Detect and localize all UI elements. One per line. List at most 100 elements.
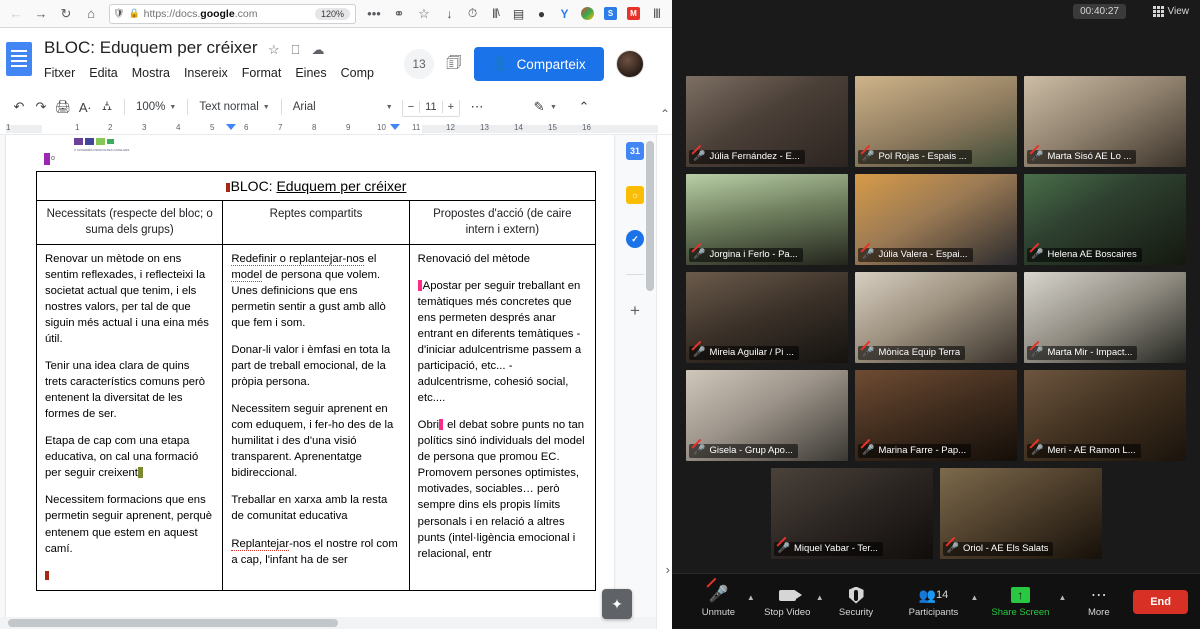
document-ruler[interactable]: 1 1 2 3 4 5 6 7 8 9 10 11 12 13 14 15 16 bbox=[0, 122, 672, 135]
scrollbar-thumb[interactable] bbox=[8, 619, 338, 627]
version-badge[interactable]: 13 bbox=[404, 49, 434, 79]
video-tile[interactable]: 🎤 Marta Mir - Impact... bbox=[1024, 272, 1186, 363]
expand-panel-icon[interactable]: › bbox=[666, 562, 670, 577]
security-button[interactable]: Security bbox=[822, 585, 891, 618]
share-button[interactable]: 👤 Comparteix bbox=[474, 47, 604, 81]
padlock-icon[interactable]: 🔒 bbox=[128, 9, 139, 18]
video-tile[interactable]: 🎤 Marina Farre - Pap... bbox=[855, 370, 1017, 461]
add-addon-icon[interactable]: + bbox=[630, 301, 640, 321]
comment-bubble-icon[interactable]: 🗊 bbox=[446, 50, 462, 79]
back-arrow-icon[interactable]: ← bbox=[4, 2, 28, 26]
table-title-cell[interactable]: BLOC: Eduquem per créixer bbox=[37, 172, 596, 201]
tracking-shield-icon[interactable]: 🛡 bbox=[113, 9, 124, 18]
home-icon[interactable]: ⌂ bbox=[79, 2, 103, 26]
menu-item-edita[interactable]: Edita bbox=[89, 66, 118, 80]
ruler-number: 7 bbox=[278, 123, 282, 132]
participants-button[interactable]: 👥 14 Participants ▲ bbox=[890, 585, 976, 618]
history-icon[interactable]: ⏱ bbox=[462, 3, 483, 24]
paint-format-icon[interactable]: ⛼ bbox=[96, 96, 118, 118]
cell-necessitats[interactable]: Renovar un mètode on ens sentim reflexad… bbox=[37, 245, 223, 591]
more-button[interactable]: ⋯ More bbox=[1064, 585, 1133, 618]
video-tile[interactable]: 🎤 Oriol - AE Els Salats bbox=[940, 468, 1102, 559]
page-actions-icon[interactable]: ••• bbox=[362, 2, 386, 26]
video-tile[interactable]: 🎤 Mònica Equip Terra bbox=[855, 272, 1017, 363]
stop-video-button[interactable]: Stop Video ▲ bbox=[753, 585, 822, 618]
paragraph-style-dropdown[interactable]: Text normal ▼ bbox=[194, 101, 274, 113]
view-switch-button[interactable]: View bbox=[1148, 4, 1195, 19]
video-tile[interactable]: 🎤 Mireia Aguilar / Pi ... bbox=[686, 272, 848, 363]
google-keep-icon[interactable]: ☼ bbox=[626, 186, 644, 204]
video-tile[interactable]: 🎤 Gisela - Grup Apo... bbox=[686, 370, 848, 461]
column-header-propostes[interactable]: Propostes d'acció (de caire intern i ext… bbox=[409, 201, 595, 245]
chevron-down-icon: ▼ bbox=[386, 104, 393, 111]
address-bar[interactable]: 🛡 🔒 https://docs.google.com 120% bbox=[109, 4, 356, 24]
participant-name: Júlia Valera - Espai... bbox=[878, 249, 967, 260]
google-tasks-icon[interactable]: ✓ bbox=[626, 230, 644, 248]
end-meeting-button[interactable]: End bbox=[1133, 590, 1188, 614]
library-icon[interactable]: |||\ bbox=[485, 3, 506, 24]
font-size-decrease[interactable]: − bbox=[403, 101, 419, 113]
yandex-icon[interactable]: Y bbox=[554, 3, 575, 24]
menu-item-eines[interactable]: Eines bbox=[295, 66, 326, 80]
scroll-up-icon[interactable]: ⌃ bbox=[660, 107, 670, 121]
downloads-icon[interactable]: ↓ bbox=[439, 3, 460, 24]
reader-mode-icon[interactable]: ⚭ bbox=[387, 2, 411, 26]
skype-icon[interactable]: S bbox=[600, 3, 621, 24]
chevron-down-icon[interactable]: ▼ bbox=[550, 104, 557, 111]
font-size-value[interactable]: 11 bbox=[419, 101, 442, 113]
chrome-icon[interactable] bbox=[577, 3, 598, 24]
user-avatar[interactable] bbox=[616, 50, 644, 78]
cloud-saved-icon[interactable]: ☁ bbox=[311, 42, 324, 58]
column-header-reptes[interactable]: Reptes compartits bbox=[223, 201, 409, 245]
metamask-icon[interactable]: M bbox=[623, 3, 644, 24]
indent-marker[interactable] bbox=[226, 124, 236, 130]
video-tile[interactable]: 🎤 Júlia Fernández - E... bbox=[686, 76, 848, 167]
cell-reptes[interactable]: Redefinir o replantejar-nos el model de … bbox=[223, 245, 409, 591]
explore-sparkle-icon[interactable]: ✦ bbox=[602, 589, 632, 619]
menu-item-insereix[interactable]: Insereix bbox=[184, 66, 228, 80]
move-to-folder-icon[interactable]: ⎕ bbox=[292, 42, 300, 58]
video-tile-active-speaker[interactable]: 🎤 Helena AE Boscaires bbox=[1024, 174, 1186, 265]
spellcheck-underline: model bbox=[231, 269, 262, 282]
video-tile[interactable]: 🎤 Miquel Yabar - Ter... bbox=[771, 468, 933, 559]
sidebar-icon[interactable]: ▤ bbox=[508, 3, 529, 24]
menu-item-fitxer[interactable]: Fitxer bbox=[44, 66, 75, 80]
document-canvas[interactable]: V CONGRÉS D'ESCOLTES CATALANS BLOC: Eduq… bbox=[0, 135, 672, 629]
redo-icon[interactable]: ↷ bbox=[30, 96, 52, 118]
column-header-necessitats[interactable]: Necessitats (respecte del bloc; o suma d… bbox=[37, 201, 223, 245]
menu-item-format[interactable]: Format bbox=[242, 66, 282, 80]
font-family-dropdown[interactable]: Arial ▼ bbox=[288, 101, 398, 113]
star-doc-icon[interactable]: ☆ bbox=[268, 42, 280, 58]
print-icon[interactable]: 🖨 bbox=[52, 96, 74, 118]
unmute-button[interactable]: 🎤 Unmute ▲ bbox=[684, 585, 753, 618]
zoom-dropdown[interactable]: 100% ▼ bbox=[131, 101, 181, 113]
document-page[interactable]: V CONGRÉS D'ESCOLTES CATALANS BLOC: Eduq… bbox=[6, 135, 614, 629]
star-icon[interactable]: ☆ bbox=[412, 2, 436, 26]
document-horizontal-scrollbar[interactable] bbox=[0, 617, 656, 629]
menu-item-complements[interactable]: Comp bbox=[341, 66, 374, 80]
account-icon[interactable]: ● bbox=[531, 3, 552, 24]
font-size-increase[interactable]: + bbox=[443, 101, 459, 113]
share-screen-button[interactable]: ↑ Share Screen ▲ bbox=[976, 585, 1064, 618]
undo-icon[interactable]: ↶ bbox=[8, 96, 30, 118]
font-size-stepper[interactable]: − 11 + bbox=[402, 98, 460, 117]
video-tile[interactable]: 🎤 Marta Sisó AE Lo ... bbox=[1024, 76, 1186, 167]
extension-icons: ↓ ⏱ |||\ ▤ ● Y S M |||| » bbox=[439, 3, 672, 24]
forward-arrow-icon[interactable]: → bbox=[29, 2, 53, 26]
zoom-level-badge[interactable]: 120% bbox=[315, 8, 350, 20]
video-tile[interactable]: 🎤 Meri - AE Ramon L... bbox=[1024, 370, 1186, 461]
video-tile[interactable]: 🎤 Júlia Valera - Espai... bbox=[855, 174, 1017, 265]
video-tile[interactable]: 🎤 Pol Rojas - Espais ... bbox=[855, 76, 1017, 167]
indent-marker[interactable] bbox=[390, 124, 400, 130]
participant-name-tag: 🎤 Mònica Equip Terra bbox=[858, 346, 965, 360]
menu-item-mostra[interactable]: Mostra bbox=[132, 66, 170, 80]
reload-icon[interactable]: ↻ bbox=[54, 2, 78, 26]
barcode-icon[interactable]: |||| bbox=[646, 3, 667, 24]
page-title[interactable]: BLOC: Eduquem per créixer bbox=[44, 38, 258, 58]
google-calendar-icon[interactable]: 31 bbox=[626, 142, 644, 160]
content-table[interactable]: BLOC: Eduquem per créixer Necessitats (r… bbox=[36, 171, 596, 591]
spellcheck-icon[interactable]: A∙ bbox=[74, 96, 96, 118]
participant-name-tag: 🎤 Marta Mir - Impact... bbox=[1027, 346, 1137, 360]
cell-propostes[interactable]: Renovació del mètode Apostar per seguir … bbox=[409, 245, 595, 591]
video-tile[interactable]: 🎤 Jorgina i Ferlo - Pa... bbox=[686, 174, 848, 265]
